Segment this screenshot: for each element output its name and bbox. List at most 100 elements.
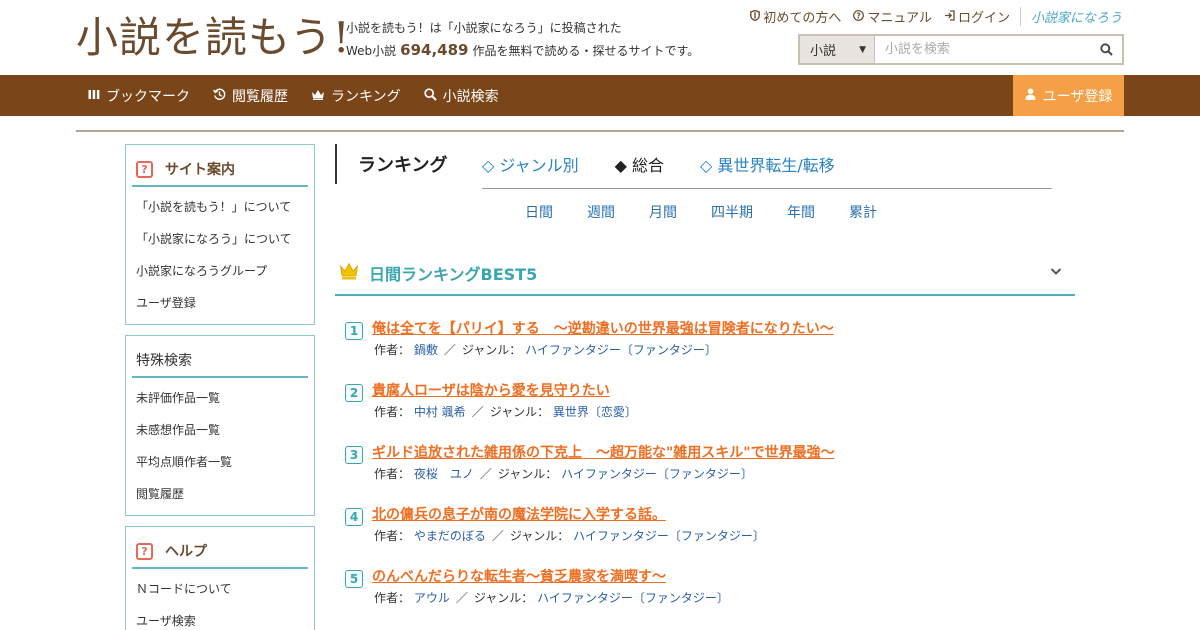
novel-title-link[interactable]: 貴腐人ローザは陰から愛を見守りたい [372,380,610,400]
chevron-down-icon[interactable] [1049,264,1063,282]
sidebar-item-about-yomou[interactable]: 「小説を読もう！」について [126,197,314,229]
login-icon [944,9,955,24]
rank-number-badge: 1 [345,322,363,340]
author-link[interactable]: 夜桜 ユノ [414,467,474,481]
sidebar-item-unrated[interactable]: 未評価作品一覧 [126,388,314,420]
sidebar-item-ncode[interactable]: Ｎコードについて [126,579,314,611]
period-total[interactable]: 累計 [849,202,877,222]
nav-ranking[interactable]: ランキング [311,86,401,106]
sidebar-item-user-register[interactable]: ユーザ登録 [126,293,314,325]
help-title: ヘルプ [165,544,207,560]
nav-bookmark[interactable]: ブックマーク [88,86,190,106]
rank-number-badge: 5 [345,570,363,588]
top-links: 初めての方へ ? マニュアル ログイン 小説家になろう [738,7,1122,26]
sidebar-item-about-narou[interactable]: 「小説家になろう」について [126,229,314,261]
author-label: 作者： [374,343,411,357]
site-info-list: 「小説を読もう！」について 「小説家になろう」について 小説家になろうグループ … [126,187,314,325]
period-daily[interactable]: 日間 [525,202,553,222]
tagline-suffix: 作品を無料で読める・探せるサイトです。 [472,44,700,58]
history-icon [213,88,226,104]
question-circle-icon: ? [853,9,865,24]
tab-isekai[interactable]: ◇ 異世界転生/転移 [700,152,835,176]
author-label: 作者： [374,529,411,543]
narou-logo-link[interactable]: 小説家になろう [1019,7,1122,26]
manual-link[interactable]: ? マニュアル [853,7,932,26]
help-icon: ? [136,542,153,560]
sidebar-item-avg-score-authors[interactable]: 平均点順作者一覧 [126,452,314,484]
special-search-list: 未評価作品一覧 未感想作品一覧 平均点順作者一覧 閲覧履歴 [126,378,314,516]
nav-search[interactable]: 小説検索 [423,86,499,106]
tab-genre[interactable]: ◇ ジャンル別 [482,152,579,176]
novel-title-link[interactable]: のんべんだらりな転生者～貧乏農家を満喫す～ [372,566,666,586]
sidebar-item-history[interactable]: 閲覧履歴 [126,484,314,516]
novel-title-link[interactable]: 俺は全てを【パリイ】する 〜逆勘違いの世界最強は冒険者になりたい〜 [372,318,834,338]
tagline-prefix: Web小説 [346,44,397,58]
special-search-title: 特殊検索 [136,353,192,369]
site-logo[interactable]: 小説を読もう! [76,12,351,64]
nav-history[interactable]: 閲覧履歴 [213,86,288,106]
genre-link[interactable]: ハイファンタジー〔ファンタジー〕 [537,591,729,605]
search-bar: 小説 ▼ [798,34,1124,65]
author-link[interactable]: やまだのぼる [414,529,486,543]
tagline-line1: 小説を読もう！は「小説家になろう」に投稿された [346,21,622,35]
tagline-line2: Web小説 694,489 作品を無料で読める・探せるサイトです。 [346,39,699,62]
genre-label: ジャンル： [489,405,550,419]
novel-title-link[interactable]: ギルド追放された雑用係の下克上 ～超万能な"雑用スキル"で世界最強～ [372,442,835,462]
help-list: Ｎコードについて ユーザ検索 [126,569,314,630]
search-icon [423,87,437,104]
bookmark-icon [88,89,100,103]
author-label: 作者： [374,591,411,605]
search-input[interactable] [875,36,1090,63]
section-title: 日間ランキングBEST5 [369,265,538,284]
genre-link[interactable]: ハイファンタジー〔ファンタジー〕 [561,467,753,481]
main-content: ? サイト案内 「小説を読もう！」について 「小説家になろう」について 小説家に… [76,130,1124,630]
author-label: 作者： [374,467,411,481]
login-link[interactable]: ログイン [944,7,1010,26]
beginners-link-label: 初めての方へ [763,11,842,26]
nav-search-label: 小説検索 [442,88,499,105]
ranking-title: ランキング [335,144,447,184]
novel-meta: 作者： 中村 颯希／ジャンル： 異世界〔恋愛〕 [374,405,637,419]
novel-meta: 作者： やまだのぼる／ジャンル： ハイファンタジー〔ファンタジー〕 [374,529,765,543]
author-label: 作者： [374,405,411,419]
user-register-button[interactable]: ユーザ登録 [1013,75,1124,116]
shield-icon [750,9,761,24]
rank-number-badge: 2 [345,384,363,402]
ranking-tabs: ◇ ジャンル別 ◆ 総合 ◇ 異世界転生/転移 [482,152,871,176]
daily-best5-header: 日間ランキングBEST5 [335,252,1075,296]
search-button[interactable] [1090,36,1122,63]
genre-label: ジャンル： [473,591,534,605]
period-monthly[interactable]: 月間 [649,202,677,222]
novel-count: 694,489 [400,41,469,59]
rank-number-badge: 3 [345,446,363,464]
novel-meta: 作者： アウル／ジャンル： ハイファンタジー〔ファンタジー〕 [374,591,729,605]
search-category-select[interactable]: 小説 ▼ [800,36,875,63]
sidebar-item-narou-group[interactable]: 小説家になろうグループ [126,261,314,293]
tab-divider [482,188,1052,189]
genre-link[interactable]: ハイファンタジー〔ファンタジー〕 [525,343,717,357]
novel-title-link[interactable]: 北の傭兵の息子が南の魔法学院に入学する話。 [372,504,666,524]
help-icon: ? [136,160,153,178]
author-link[interactable]: アウル [414,591,450,605]
beginners-link[interactable]: 初めての方へ [750,7,841,26]
author-link[interactable]: 中村 颯希 [414,405,466,419]
caret-down-icon: ▼ [859,44,866,55]
search-category-value: 小説 [810,44,837,59]
novel-meta: 作者： 夜桜 ユノ／ジャンル： ハイファンタジー〔ファンタジー〕 [374,467,753,481]
period-links: 日間 週間 月間 四半期 年間 累計 [525,202,911,222]
nav-history-label: 閲覧履歴 [232,88,288,105]
genre-link[interactable]: 異世界〔恋愛〕 [553,405,637,419]
main-nav: ブックマーク 閲覧履歴 ランキング 小説検索 ユーザ登録 [0,75,1200,116]
sidebar-site-info: ? サイト案内 「小説を読もう！」について 「小説家になろう」について 小説家に… [125,144,315,325]
tab-overall[interactable]: ◆ 総合 [615,152,664,176]
period-weekly[interactable]: 週間 [587,202,615,222]
genre-label: ジャンル： [509,529,570,543]
genre-link[interactable]: ハイファンタジー〔ファンタジー〕 [573,529,765,543]
sidebar-item-no-impressions[interactable]: 未感想作品一覧 [126,420,314,452]
search-icon [1099,43,1113,56]
period-yearly[interactable]: 年間 [787,202,815,222]
author-link[interactable]: 鍋敷 [414,343,438,357]
site-info-title: サイト案内 [165,162,235,178]
period-quarterly[interactable]: 四半期 [711,202,753,222]
sidebar-item-user-search[interactable]: ユーザ検索 [126,611,314,630]
